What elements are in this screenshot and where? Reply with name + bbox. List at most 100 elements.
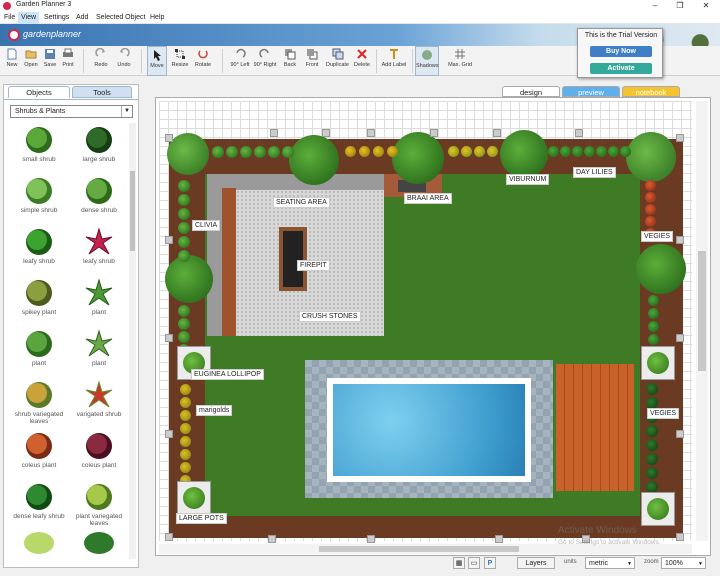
print-button[interactable]: Print bbox=[59, 46, 77, 76]
shrub[interactable] bbox=[648, 295, 659, 306]
category-select[interactable]: Shrubs & Plants ▼ bbox=[10, 105, 133, 118]
shrub[interactable] bbox=[178, 236, 190, 248]
library-plant-item[interactable] bbox=[24, 532, 54, 554]
redo-button[interactable]: Redo bbox=[91, 46, 111, 76]
shrub[interactable] bbox=[620, 146, 631, 157]
shrub[interactable] bbox=[178, 194, 190, 206]
shrub[interactable] bbox=[254, 146, 266, 158]
shrub[interactable] bbox=[461, 146, 472, 157]
shrub[interactable] bbox=[387, 146, 398, 157]
shrub[interactable] bbox=[359, 146, 370, 157]
fence-post[interactable] bbox=[367, 535, 375, 543]
shrub[interactable] bbox=[240, 146, 252, 158]
scroll-thumb[interactable] bbox=[698, 251, 706, 371]
restore-button[interactable]: ❐ bbox=[668, 0, 692, 12]
library-plant-item[interactable]: plant variegated leaves bbox=[71, 482, 127, 533]
label-firepit[interactable]: FIREPIT bbox=[297, 260, 330, 271]
large-pot[interactable] bbox=[177, 481, 211, 515]
shrub[interactable] bbox=[165, 255, 213, 303]
menu-add[interactable]: Add bbox=[73, 12, 91, 24]
label-day-lilies[interactable]: DAY LILIES bbox=[573, 167, 616, 178]
fence-post[interactable] bbox=[270, 129, 278, 137]
fence-post[interactable] bbox=[165, 430, 173, 438]
shrub[interactable] bbox=[178, 305, 190, 317]
shrub[interactable] bbox=[180, 449, 191, 460]
shrub[interactable] bbox=[180, 462, 191, 473]
menu-view[interactable]: View bbox=[18, 12, 40, 24]
wooden-deck[interactable] bbox=[556, 364, 634, 491]
max-grid-button[interactable]: Max. Grid bbox=[446, 46, 474, 76]
label-large-pots[interactable]: LARGE POTS bbox=[176, 513, 227, 524]
firepit[interactable] bbox=[279, 227, 307, 291]
swimming-pool[interactable] bbox=[333, 384, 525, 476]
wooden-bench[interactable] bbox=[222, 188, 236, 336]
shrub[interactable] bbox=[596, 146, 607, 157]
fence-post[interactable] bbox=[322, 129, 330, 137]
shrub[interactable] bbox=[646, 439, 658, 451]
fence-post[interactable] bbox=[165, 334, 173, 342]
shrub[interactable] bbox=[648, 308, 659, 319]
shrub[interactable] bbox=[180, 384, 191, 395]
library-plant-item[interactable]: plant bbox=[71, 278, 127, 329]
tab-preview[interactable]: preview bbox=[562, 86, 620, 97]
shrub[interactable] bbox=[167, 133, 209, 175]
zoom-select[interactable]: 100% ▼ bbox=[661, 557, 706, 569]
add-label-button[interactable]: Add Label bbox=[380, 46, 408, 76]
label-marigolds[interactable]: marigolds bbox=[196, 405, 233, 416]
shrub[interactable] bbox=[648, 321, 659, 332]
fence-post[interactable] bbox=[676, 134, 684, 142]
library-plant-item[interactable]: dense leafy shrub bbox=[11, 482, 67, 533]
shrub[interactable] bbox=[645, 180, 656, 191]
activate-button[interactable]: Activate bbox=[590, 63, 652, 74]
print-preview-icon[interactable]: P bbox=[484, 557, 496, 569]
shrub[interactable] bbox=[646, 425, 658, 437]
shrub[interactable] bbox=[289, 135, 339, 185]
library-plant-item[interactable]: small shrub bbox=[11, 125, 67, 176]
library-plant-item[interactable]: simple shrub bbox=[11, 176, 67, 227]
duplicate-button[interactable]: Duplicate bbox=[324, 46, 351, 76]
label-vegies-top[interactable]: VEGIES bbox=[641, 231, 674, 242]
library-plant-item[interactable]: plant bbox=[11, 329, 67, 380]
rotate-tool-button[interactable]: Rotate bbox=[193, 46, 213, 76]
save-button[interactable]: Save bbox=[41, 46, 59, 76]
shrub[interactable] bbox=[572, 146, 583, 157]
tab-objects[interactable]: Objects bbox=[8, 86, 70, 98]
shrub[interactable] bbox=[180, 423, 191, 434]
library-plant-item[interactable]: spikey plant bbox=[11, 278, 67, 329]
menu-selected-object[interactable]: Selected Object bbox=[93, 12, 148, 24]
library-plant-item[interactable]: large shrub bbox=[71, 125, 127, 176]
label-clivia[interactable]: CLIVIA bbox=[192, 220, 221, 231]
bring-front-button[interactable]: Front bbox=[302, 46, 322, 76]
canvas-vertical-scrollbar[interactable] bbox=[696, 101, 708, 541]
fence-post[interactable] bbox=[430, 129, 438, 137]
label-crush-stones[interactable]: CRUSH STONES bbox=[299, 311, 361, 322]
menu-help[interactable]: Help bbox=[147, 12, 167, 24]
scroll-thumb[interactable] bbox=[130, 171, 135, 251]
fence-post[interactable] bbox=[165, 236, 173, 244]
label-seating-area[interactable]: SEATING AREA bbox=[273, 197, 330, 208]
shrub[interactable] bbox=[180, 397, 191, 408]
shrub[interactable] bbox=[500, 130, 548, 178]
shrub[interactable] bbox=[645, 192, 656, 203]
fence-post[interactable] bbox=[575, 129, 583, 137]
shrub[interactable] bbox=[648, 334, 659, 345]
wall[interactable] bbox=[207, 174, 222, 336]
shrub[interactable] bbox=[645, 216, 656, 227]
list-view-icon[interactable]: ▭ bbox=[468, 557, 480, 569]
shrub[interactable] bbox=[212, 146, 224, 158]
shrub[interactable] bbox=[178, 331, 190, 343]
scroll-thumb[interactable] bbox=[319, 546, 519, 552]
shrub[interactable] bbox=[178, 180, 190, 192]
shrub[interactable] bbox=[180, 410, 191, 421]
large-pot[interactable] bbox=[641, 346, 675, 380]
shrub[interactable] bbox=[448, 146, 459, 157]
close-button[interactable]: ✕ bbox=[694, 0, 718, 12]
minimize-button[interactable]: – bbox=[643, 0, 667, 12]
fence-post[interactable] bbox=[165, 134, 173, 142]
library-scrollbar[interactable] bbox=[129, 123, 136, 559]
rotate-90-left-button[interactable]: 90° Left bbox=[229, 46, 251, 76]
library-plant-item[interactable]: leafy shrub bbox=[11, 227, 67, 278]
fence-post[interactable] bbox=[268, 535, 276, 543]
shrub[interactable] bbox=[345, 146, 356, 157]
menu-file[interactable]: File bbox=[1, 12, 18, 24]
